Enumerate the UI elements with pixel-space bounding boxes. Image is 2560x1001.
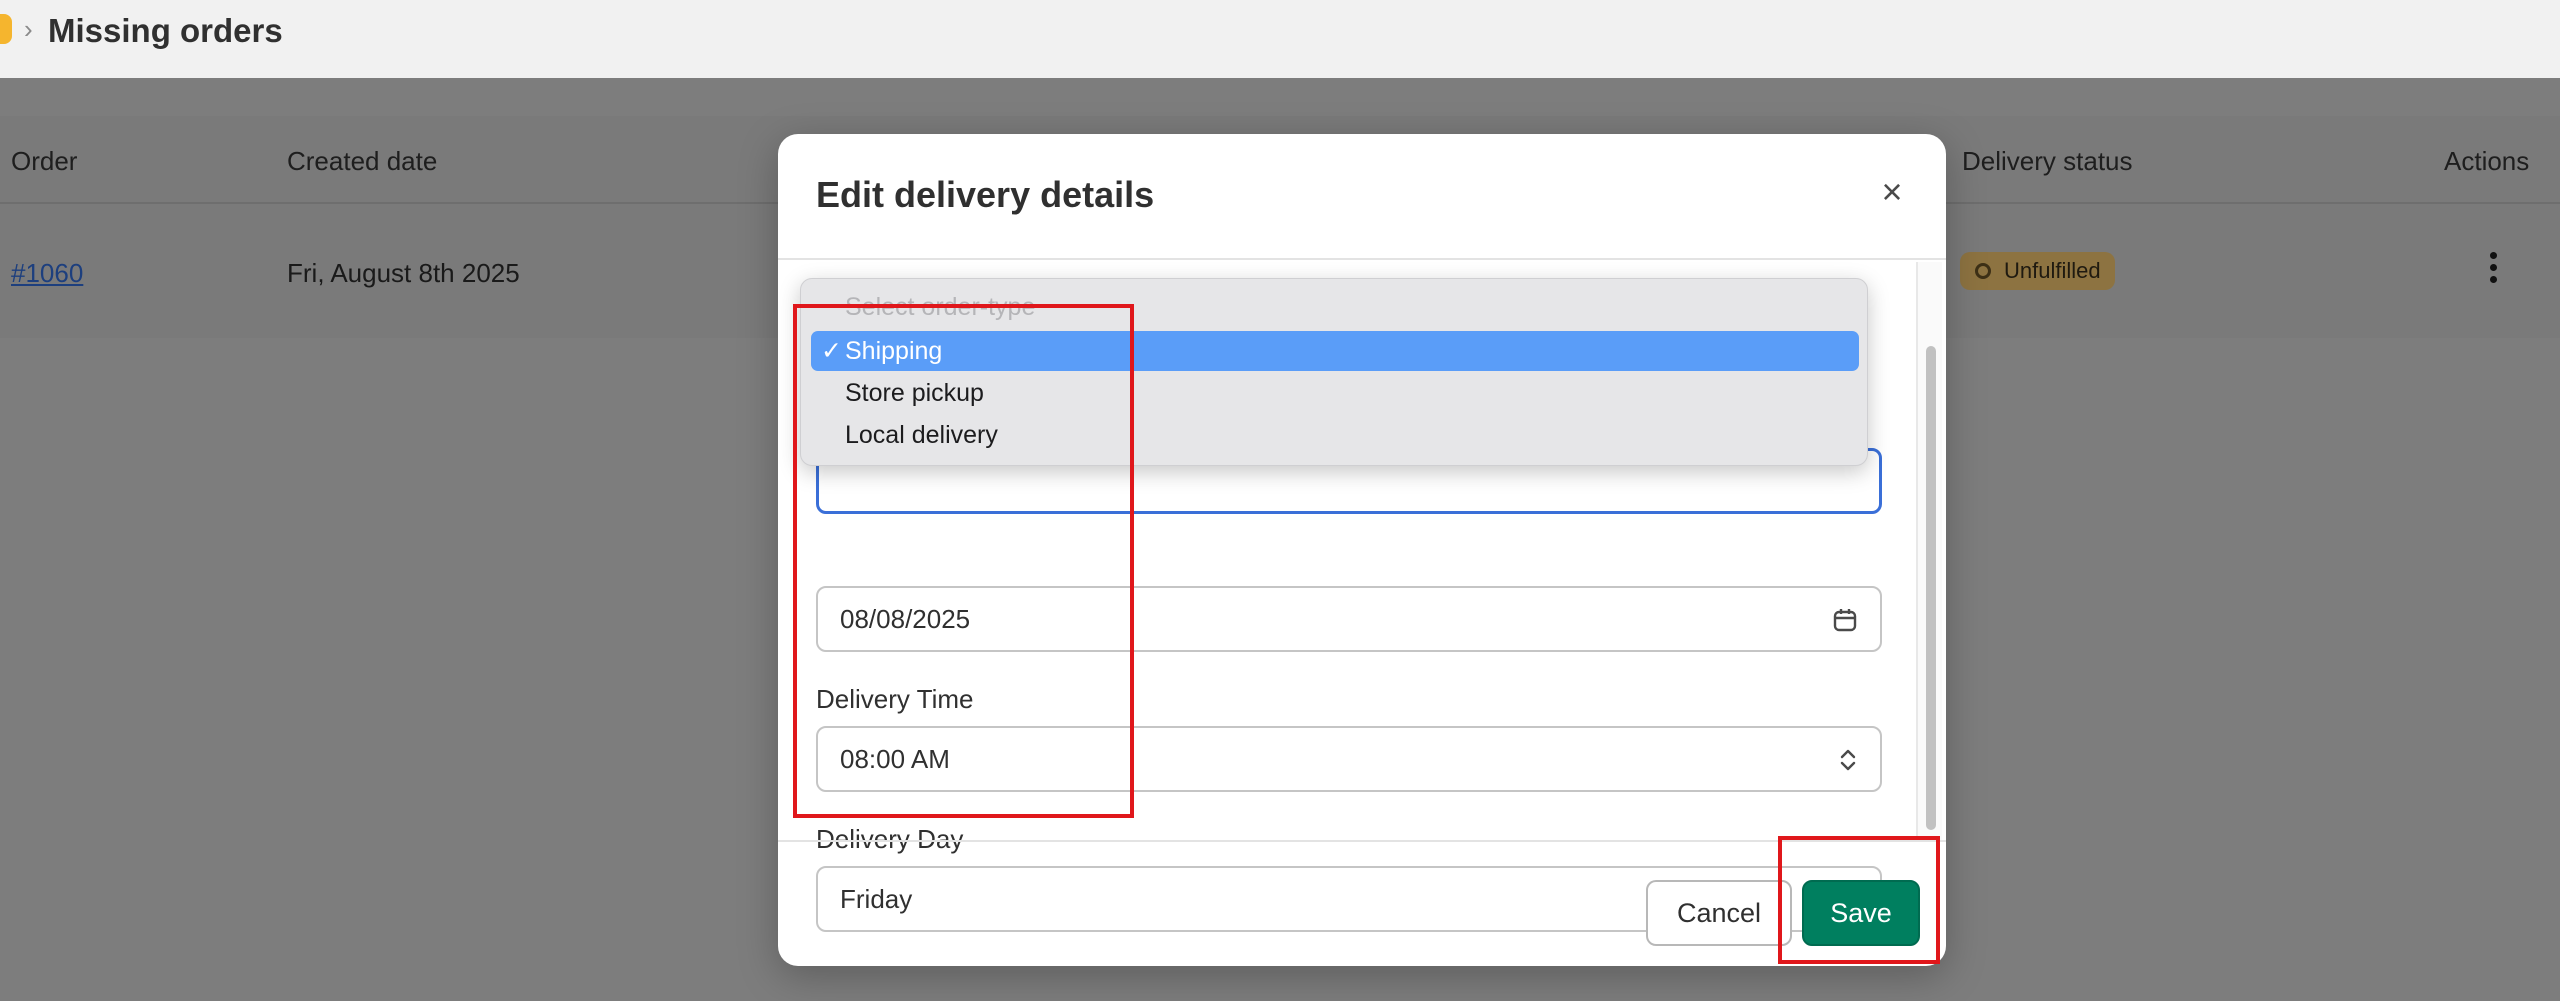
modal-title: Edit delivery details: [816, 174, 1155, 215]
calendar-icon[interactable]: [1832, 588, 1858, 650]
column-header-delivery-status: Delivery status: [1962, 146, 2133, 176]
breadcrumb-separator: ›: [24, 14, 33, 44]
status-badge: Unfulfilled: [1960, 252, 2115, 290]
order-number[interactable]: #1060: [11, 258, 83, 288]
close-icon[interactable]: ×: [1874, 174, 1910, 210]
chevron-up-down-icon: [1838, 728, 1858, 790]
more-vertical-icon: [2489, 252, 2497, 259]
column-header-created-date: Created date: [287, 146, 438, 176]
modal-scrollbar[interactable]: [1916, 262, 1942, 842]
more-actions-button[interactable]: [2486, 252, 2500, 292]
column-header-actions: Actions: [2444, 146, 2530, 176]
app-logo-icon: [0, 14, 12, 44]
status-dot-icon: [1975, 263, 1991, 279]
scrollbar-thumb[interactable]: [1926, 346, 1936, 830]
column-header-order: Order: [11, 146, 78, 176]
annotation-box-save: [1778, 836, 1940, 964]
status-badge-label: Unfulfilled: [2004, 258, 2101, 283]
created-date-cell: Fri, August 8th 2025: [287, 258, 520, 288]
page-header: › Missing orders: [0, 0, 2560, 78]
order-link[interactable]: #1060: [11, 258, 83, 289]
annotation-box-fields: [793, 304, 1134, 818]
modal-footer: Cancel Save: [778, 840, 1946, 966]
cancel-button[interactable]: Cancel: [1646, 880, 1792, 946]
page-title: Missing orders: [48, 12, 283, 49]
modal-header: Edit delivery details ×: [778, 134, 1946, 260]
